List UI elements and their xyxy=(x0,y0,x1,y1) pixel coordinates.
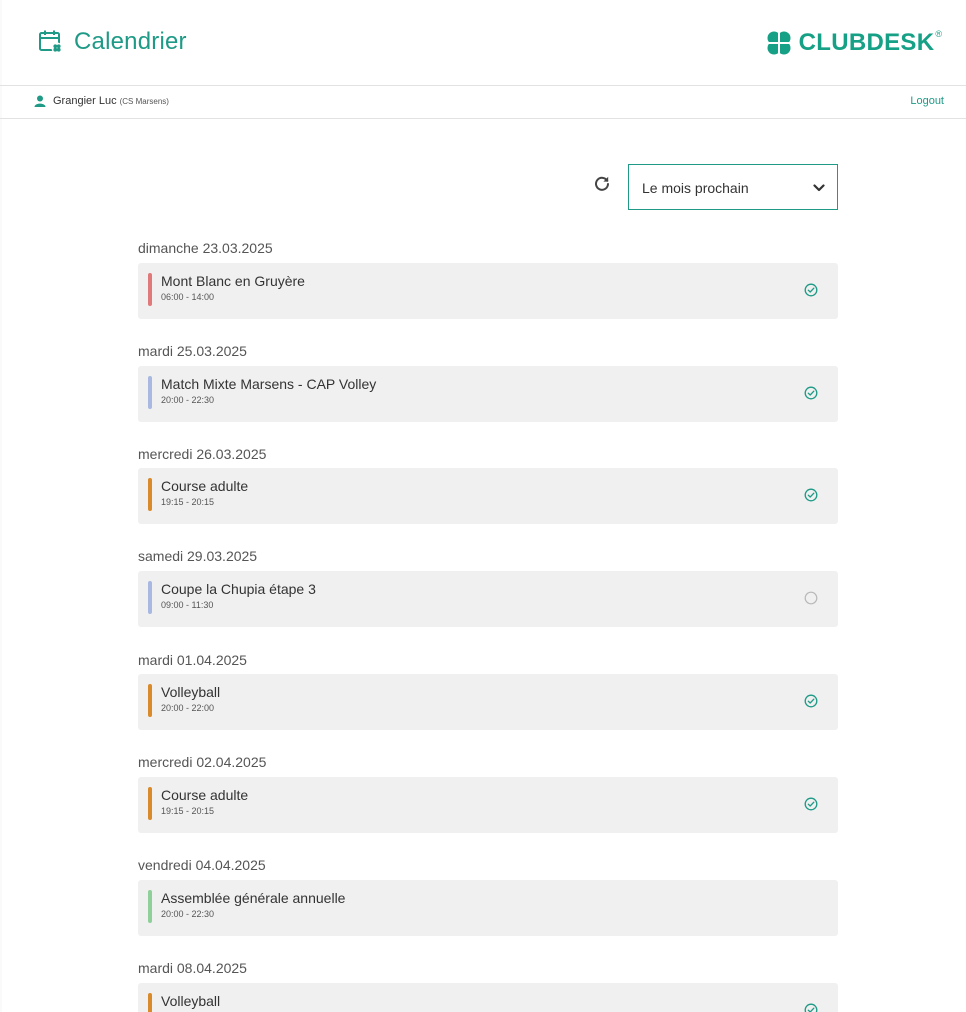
brand-name: CLUBDESK xyxy=(798,29,935,56)
event-card[interactable]: Assemblée générale annuelle 20:00 - 22:3… xyxy=(138,880,838,936)
day-date: mardi 01.04.2025 xyxy=(138,652,247,668)
event-card[interactable]: Course adulte 19:15 - 20:15 xyxy=(138,468,838,524)
event-time: 06:00 - 14:00 xyxy=(161,292,215,302)
current-user: Grangier Luc (CS Marsens) xyxy=(34,95,169,107)
user-club: (CS Marsens) xyxy=(119,96,169,106)
event-time: 20:00 - 22:30 xyxy=(161,395,215,405)
event-color-bar xyxy=(148,581,152,614)
event-color-bar xyxy=(148,478,152,511)
event-title: Volleyball xyxy=(161,684,221,700)
event-color-bar xyxy=(148,890,152,923)
check-circle-icon[interactable] xyxy=(804,488,818,502)
app-header: Calendrier CLUBDESK ® xyxy=(0,0,966,86)
page-title: Calendrier xyxy=(74,28,187,55)
event-title: Match Mixte Marsens - CAP Volley xyxy=(161,376,377,392)
event-card[interactable]: Match Mixte Marsens - CAP Volley 20:00 -… xyxy=(138,366,838,422)
event-title: Course adulte xyxy=(161,478,249,494)
period-select[interactable]: Le mois prochain xyxy=(628,164,838,210)
event-time: 09:00 - 11:30 xyxy=(161,600,214,610)
event-color-bar xyxy=(148,993,152,1012)
day-date: dimanche 23.03.2025 xyxy=(138,240,273,256)
event-card[interactable]: Volleyball 20:00 - 22:00 xyxy=(138,674,838,730)
event-time: 19:15 - 20:15 xyxy=(161,497,215,507)
event-color-bar xyxy=(148,684,152,717)
event-color-bar xyxy=(148,787,152,820)
day-date: mercredi 26.03.2025 xyxy=(138,446,267,462)
event-time: 20:00 - 22:30 xyxy=(161,909,215,919)
page-title-group: Calendrier xyxy=(38,28,187,56)
logout-link[interactable]: Logout xyxy=(910,95,944,107)
event-title: Assemblée générale annuelle xyxy=(161,890,346,906)
check-circle-icon[interactable] xyxy=(804,386,818,400)
refresh-icon[interactable] xyxy=(592,174,612,194)
event-time: 20:00 - 22:00 xyxy=(161,703,215,713)
day-date: vendredi 04.04.2025 xyxy=(138,857,266,873)
user-icon xyxy=(34,95,46,107)
event-card[interactable]: Coupe la Chupia étape 3 09:00 - 11:30 xyxy=(138,571,838,627)
day-date: mercredi 02.04.2025 xyxy=(138,754,267,770)
clubdesk-logo: CLUBDESK ® xyxy=(765,29,942,57)
check-circle-icon[interactable] xyxy=(804,1003,818,1012)
day-date: mardi 08.04.2025 xyxy=(138,960,247,976)
event-color-bar xyxy=(148,273,152,306)
brand-registered-mark: ® xyxy=(935,29,942,39)
period-select-value: Le mois prochain xyxy=(642,180,749,196)
check-circle-icon[interactable] xyxy=(804,694,818,708)
check-circle-icon[interactable] xyxy=(804,797,818,811)
event-card[interactable]: Mont Blanc en Gruyère 06:00 - 14:00 xyxy=(138,263,838,319)
event-title: Volleyball xyxy=(161,993,221,1009)
page-edge xyxy=(0,0,2,1012)
event-title: Coupe la Chupia étape 3 xyxy=(161,581,316,597)
user-bar: Grangier Luc (CS Marsens) Logout xyxy=(0,86,966,119)
event-title: Mont Blanc en Gruyère xyxy=(161,273,305,289)
event-title: Course adulte xyxy=(161,787,249,803)
empty-circle-icon[interactable] xyxy=(804,591,818,605)
event-color-bar xyxy=(148,376,152,409)
user-name: Grangier Luc xyxy=(53,95,117,107)
chevron-down-icon xyxy=(813,184,825,192)
check-circle-icon[interactable] xyxy=(804,283,818,297)
calendar-icon xyxy=(39,30,63,54)
event-card[interactable]: Course adulte 19:15 - 20:15 xyxy=(138,777,838,833)
day-date: mardi 25.03.2025 xyxy=(138,343,247,359)
event-card[interactable]: Volleyball xyxy=(138,983,838,1012)
clover-icon xyxy=(766,31,791,55)
day-date: samedi 29.03.2025 xyxy=(138,548,258,564)
event-time: 19:15 - 20:15 xyxy=(161,806,215,816)
